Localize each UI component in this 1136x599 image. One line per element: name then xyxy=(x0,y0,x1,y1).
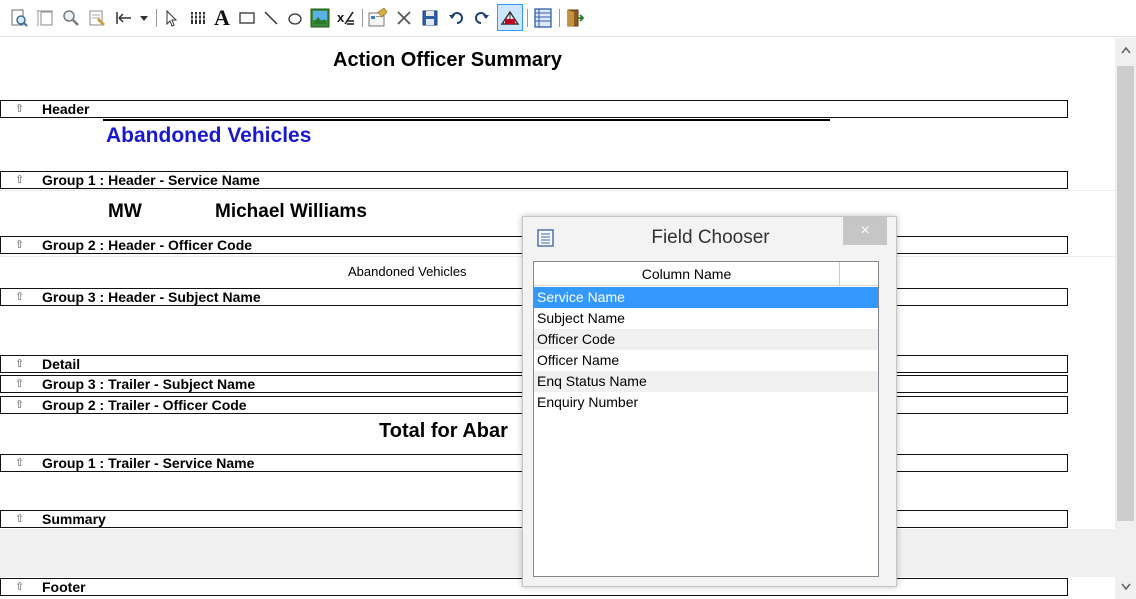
toolbar-separator xyxy=(559,9,560,27)
band-label: Group 3 : Header - Subject Name xyxy=(42,289,261,305)
page-setup-icon[interactable] xyxy=(34,6,56,30)
officer-name-field[interactable]: Michael Williams xyxy=(215,201,367,223)
scrollbar-thumb[interactable] xyxy=(1117,66,1134,521)
band-group1-header[interactable]: ⇧ Group 1 : Header - Service Name xyxy=(0,171,1068,189)
line-icon[interactable] xyxy=(260,6,282,30)
collapse-arrow-icon[interactable]: ⇧ xyxy=(15,172,24,188)
picture-icon[interactable] xyxy=(308,6,332,30)
total-label-field[interactable]: Total for Abar xyxy=(379,420,508,443)
scroll-down-icon[interactable] xyxy=(1115,577,1136,597)
close-button[interactable]: × xyxy=(843,217,887,245)
section-divider xyxy=(0,190,1115,191)
collapse-arrow-icon[interactable]: ⇧ xyxy=(15,376,24,392)
save-icon[interactable] xyxy=(418,6,442,30)
report-title[interactable]: Action Officer Summary xyxy=(333,49,562,72)
header-rule-line[interactable] xyxy=(103,119,830,121)
pointer-icon[interactable] xyxy=(160,6,182,30)
band-label: Header xyxy=(42,101,90,117)
exit-icon[interactable] xyxy=(563,6,587,30)
redo-icon[interactable] xyxy=(470,6,494,30)
officer-code-field[interactable]: MW xyxy=(108,201,142,223)
column-header[interactable]: Column Name xyxy=(534,262,840,286)
print-preview-icon[interactable] xyxy=(8,6,30,30)
ellipse-icon[interactable] xyxy=(284,6,306,30)
toolbar: A x xyxy=(0,0,1136,37)
field-chooser-icon[interactable] xyxy=(497,4,523,31)
calculated-field-icon[interactable]: x xyxy=(334,6,358,30)
report-settings-icon[interactable] xyxy=(366,6,390,30)
band-header[interactable]: ⇧ Header xyxy=(0,100,1068,118)
dialog-title: Field Chooser xyxy=(651,227,770,248)
delete-icon[interactable] xyxy=(392,6,416,30)
collapse-arrow-icon[interactable]: ⇧ xyxy=(15,289,24,305)
band-label: Group 3 : Trailer - Subject Name xyxy=(42,376,256,392)
list-item[interactable]: Subject Name xyxy=(534,308,878,329)
zoom-icon[interactable] xyxy=(60,6,82,30)
collapse-arrow-icon[interactable]: ⇧ xyxy=(15,579,24,595)
band-label: Group 1 : Header - Service Name xyxy=(42,172,260,188)
properties-icon[interactable] xyxy=(86,6,108,30)
list-item[interactable]: Enq Status Name xyxy=(534,371,878,392)
band-label: Group 2 : Header - Officer Code xyxy=(42,237,253,253)
field-icon[interactable] xyxy=(186,6,208,30)
list-item[interactable]: Officer Name xyxy=(534,350,878,371)
undo-icon[interactable] xyxy=(444,6,468,30)
toolbar-separator xyxy=(527,9,528,27)
report-designer-window: A x Action Officer Summary ⇧ Header Aban… xyxy=(0,0,1136,599)
band-label: Group 2 : Trailer - Officer Code xyxy=(42,397,247,413)
rectangle-icon[interactable] xyxy=(236,6,258,30)
band-label: Footer xyxy=(42,579,86,595)
svg-text:x: x xyxy=(337,10,345,25)
collapse-arrow-icon[interactable]: ⇧ xyxy=(15,101,24,117)
list-item[interactable]: Service Name xyxy=(534,287,878,308)
text-icon[interactable]: A xyxy=(210,5,234,30)
band-label: Group 1 : Trailer - Service Name xyxy=(42,455,255,471)
column-header-filler xyxy=(840,262,878,286)
subject-name-field[interactable]: Abandoned Vehicles xyxy=(348,264,467,279)
scroll-up-icon[interactable] xyxy=(1115,40,1136,60)
field-list[interactable]: Column Name Service Name Subject Name Of… xyxy=(533,261,879,577)
vertical-scrollbar[interactable] xyxy=(1115,38,1136,599)
toolbar-separator xyxy=(156,9,157,27)
toolbar-separator xyxy=(362,9,363,27)
collapse-arrow-icon[interactable]: ⇧ xyxy=(15,511,24,527)
collapse-arrow-icon[interactable]: ⇧ xyxy=(15,397,24,413)
service-name-field[interactable]: Abandoned Vehicles xyxy=(106,124,311,148)
collapse-arrow-icon[interactable]: ⇧ xyxy=(15,455,24,471)
list-item[interactable]: Enquiry Number xyxy=(534,392,878,413)
grid-icon[interactable] xyxy=(531,6,555,30)
align-left-icon[interactable] xyxy=(113,6,135,30)
collapse-arrow-icon[interactable]: ⇧ xyxy=(15,356,24,372)
field-chooser-dialog[interactable]: Field Chooser × Column Name Service Name… xyxy=(522,216,897,587)
list-item[interactable]: Officer Code xyxy=(534,329,878,350)
collapse-arrow-icon[interactable]: ⇧ xyxy=(15,237,24,253)
band-label: Detail xyxy=(42,356,81,372)
band-label: Summary xyxy=(42,511,106,527)
dropdown-arrow-icon[interactable] xyxy=(136,6,152,30)
